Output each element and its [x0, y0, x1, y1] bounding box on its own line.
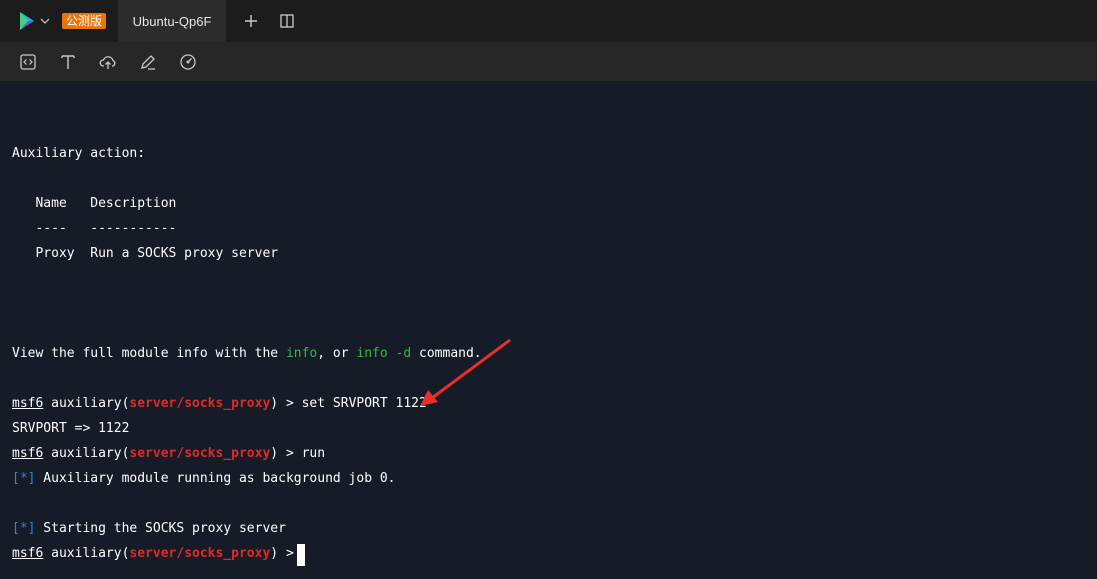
terminal-cursor [297, 544, 305, 566]
gauge-icon[interactable] [179, 53, 197, 71]
chevron-down-icon [40, 18, 50, 24]
cloud-upload-icon[interactable] [99, 53, 117, 71]
beta-badge: 公测版 [62, 13, 107, 29]
split-view-icon[interactable] [280, 14, 294, 28]
output-line: SRVPORT => 1122 [12, 421, 130, 436]
table-rule: ---- ----------- [12, 221, 177, 236]
tab-bar: 公测版 Ubuntu-Qp6F [0, 0, 1097, 42]
prompt-line: msf6 auxiliary(server/socks_proxy) > set… [12, 396, 427, 411]
plus-icon[interactable] [244, 14, 258, 28]
terminal-output[interactable]: Auxiliary action: Name Description ---- … [12, 81, 1097, 579]
tab-label: Ubuntu-Qp6F [132, 13, 212, 29]
prompt-line: msf6 auxiliary(server/socks_proxy) > run [12, 446, 326, 461]
code-icon[interactable] [19, 53, 37, 71]
text-icon[interactable] [59, 53, 77, 71]
tab-ubuntu[interactable]: Ubuntu-Qp6F [118, 0, 227, 42]
info-line: View the full module info with the info,… [12, 346, 482, 361]
toolbar [0, 42, 1097, 81]
table-row: Proxy Run a SOCKS proxy server [12, 246, 279, 261]
table-header: Name Description [12, 196, 177, 211]
prompt-line: msf6 auxiliary(server/socks_proxy) > [12, 546, 302, 561]
aux-action-heading: Auxiliary action: [12, 146, 146, 161]
output-line: [*] Starting the SOCKS proxy server [12, 521, 286, 536]
app-menu[interactable] [18, 11, 50, 31]
edit-icon[interactable] [139, 53, 157, 71]
app-logo-icon [20, 12, 34, 30]
output-line: [*] Auxiliary module running as backgrou… [12, 471, 396, 486]
